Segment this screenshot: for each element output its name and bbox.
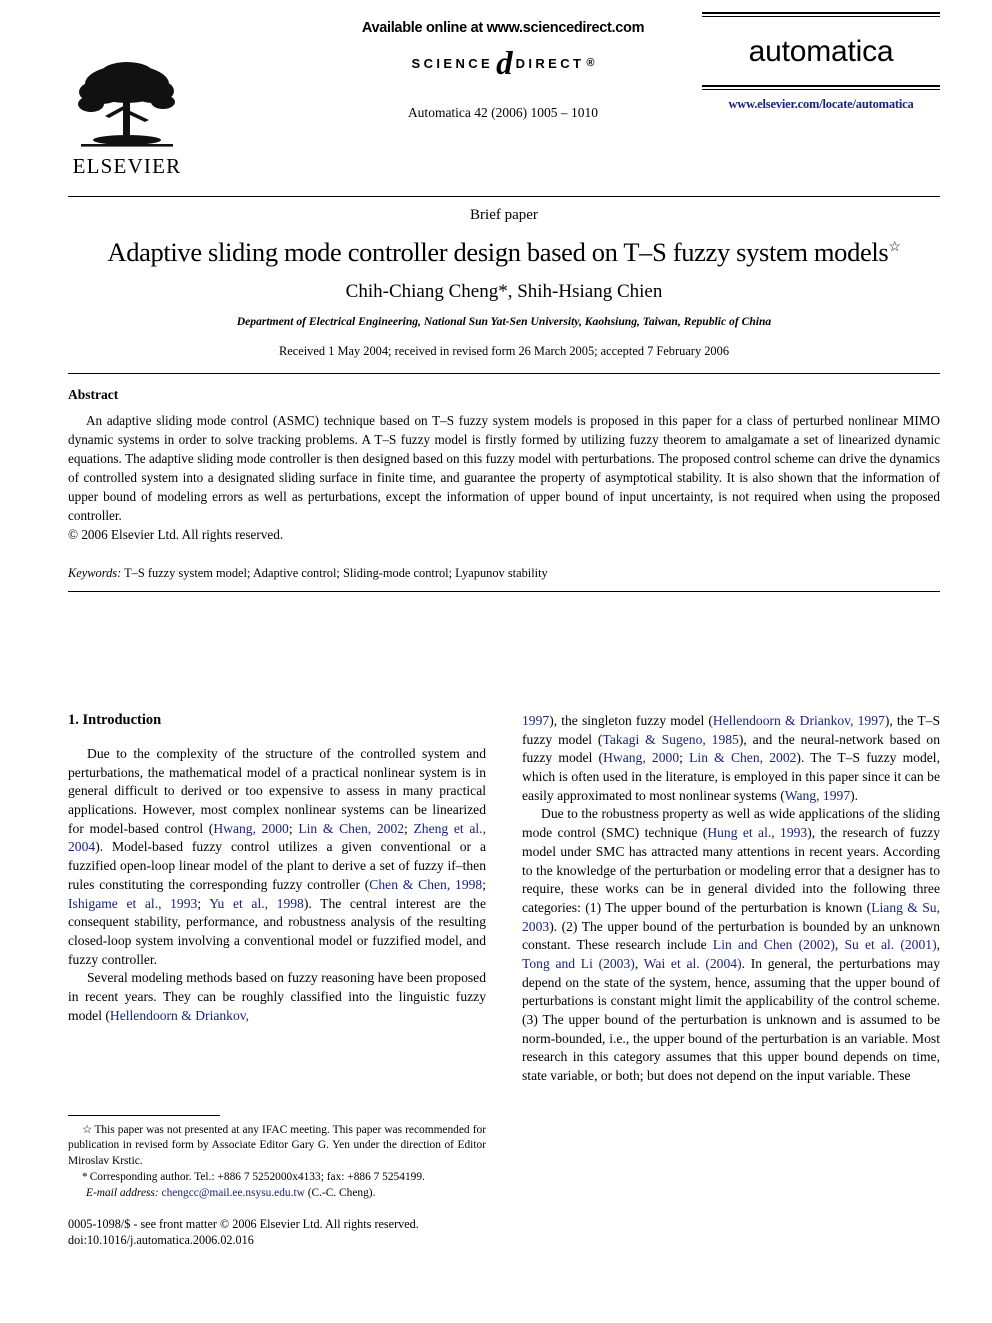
citation-lin-chen-2002-b[interactable]: Lin & Chen, 2002 [689,750,796,765]
page-content-area: ELSEVIER Available online at www.science… [68,0,940,592]
text-run: ; [197,895,210,911]
footnote-divider [68,1115,220,1116]
title-block: Brief paper Adaptive sliding mode contro… [68,197,940,359]
keywords-bottom-rule [68,590,940,592]
journal-url-link[interactable]: www.elsevier.com/locate/automatica [702,90,940,112]
title-footnote-marker-icon: ☆ [888,240,901,256]
registered-trademark-icon: ® [586,57,595,70]
paragraph-intro-2-continued: 1997), the singleton fuzzy model (Hellen… [522,712,940,805]
text-run: ; [679,750,690,766]
elsevier-logo: ELSEVIER [68,58,186,177]
elsevier-wordmark: ELSEVIER [72,154,182,178]
affiliation: Department of Electrical Engineering, Na… [236,315,772,329]
footnote-corresponding-author: * Corresponding author. Tel.: +886 7 5252… [68,1170,486,1185]
left-column: 1. Introduction Due to the complexity of… [68,712,486,1086]
sciencedirect-block: Available online at www.sciencedirect.co… [283,20,723,82]
citation-hung-1993[interactable]: Hung et al., 1993 [707,825,807,840]
text-run: ). [850,787,859,803]
citation-tong-li-2003[interactable]: Tong and Li (2003) [522,956,635,971]
issn-front-matter-line: 0005-1098/$ - see front matter © 2006 El… [68,1217,419,1231]
paragraph-intro-1: Due to the complexity of the structure o… [68,745,486,969]
text-run: . In general, the perturbations may depe… [522,955,940,1084]
footnote-asterisk-text: Corresponding author. Tel.: +886 7 52520… [89,1170,425,1183]
sciencedirect-logo-science: SCIENCE [411,55,494,71]
abstract-body: An adaptive sliding mode control (ASMC) … [68,413,940,523]
page-title: Adaptive sliding mode controller design … [68,237,940,267]
text-run: ), the singleton fuzzy model ( [549,713,713,728]
citation-chen-chen-1998[interactable]: Chen & Chen, 1998 [369,877,482,892]
footnote-star: ☆ This paper was not presented at any IFA… [68,1123,486,1169]
at-symbol-icon: d [496,46,513,82]
text-run: ; [288,820,299,836]
author-list: Chih-Chiang Cheng*, Shih-Hsiang Chien [345,281,663,303]
footnote-asterisk-marker-icon: * [82,1170,88,1183]
imprint-block: 0005-1098/$ - see front matter © 2006 El… [68,1216,498,1249]
email-address-label: E-mail address: [86,1187,159,1200]
abstract-top-rule [68,373,940,375]
paragraph-intro-2: Several modeling methods based on fuzzy … [68,969,486,1025]
right-column: 1997), the singleton fuzzy model (Hellen… [522,712,940,1086]
sciencedirect-logo-direct: DIRECT [515,55,585,71]
abstract-copyright: © 2006 Elsevier Ltd. All rights reserved… [68,526,284,542]
text-run: ; [482,876,486,892]
text-run: , [936,937,940,953]
footnote-star-text: This paper was not presented at any IFAC… [68,1124,486,1167]
article-history-dates: Received 1 May 2004; received in revised… [278,344,730,359]
journal-article-page: ELSEVIER Available online at www.science… [0,0,992,1323]
abstract-heading: Abstract [68,387,119,403]
citation-yu-1998[interactable]: Yu et al., 1998 [209,896,304,911]
citation-hwang-2000[interactable]: Hwang, 2000 [213,821,289,836]
section-heading-introduction: 1. Introduction [68,712,162,728]
citation-su-2001[interactable]: Su et al. (2001) [844,937,936,952]
text-run: ; [404,820,414,836]
email-owner: (C.-C. Cheng). [307,1187,376,1200]
sciencedirect-logo: SCIENCE d DIRECT ® [283,46,723,82]
body-columns: 1. Introduction Due to the complexity of… [68,712,940,1086]
journal-citation-line: Automatica 42 (2006) 1005 – 1010 [407,105,599,120]
keywords-value: T–S fuzzy system model; Adaptive control… [124,565,548,580]
article-type-label: Brief paper [470,207,538,223]
citation-ishigame-1993[interactable]: Ishigame et al., 1993 [68,896,197,911]
citation-wang-1997[interactable]: Wang, 1997 [785,788,850,803]
journal-logo-block: automatica www.elsevier.com/locate/autom… [702,12,940,112]
elsevier-tree-logo-icon [78,62,175,147]
citation-hellendoorn-driankov[interactable]: Hellendoorn & Driankov, [110,1008,249,1023]
journal-name: automatica [748,35,894,68]
masthead: ELSEVIER Available online at www.science… [68,0,940,196]
citation-takagi-sugeno-1985[interactable]: Takagi & Sugeno, 1985 [602,732,738,747]
footnote-star-marker-icon: ☆ [82,1124,93,1136]
paper-title-text: Adaptive sliding mode controller design … [107,237,889,267]
email-link[interactable]: chengcc@mail.ee.nsysu.edu.tw [162,1187,305,1199]
citation-wai-2004[interactable]: Wai et al. (2004) [644,956,742,971]
paragraph-intro-3: Due to the robustness property as well a… [522,805,940,1085]
citation-lin-and-chen-2002[interactable]: Lin and Chen (2002) [713,937,835,952]
text-run: , [634,955,644,971]
footnote-email-line: E-mail address: chengcc@mail.ee.nsysu.ed… [68,1186,486,1201]
citation-lin-chen-2002[interactable]: Lin & Chen, 2002 [298,821,404,836]
footnote-block: ☆ This paper was not presented at any IFA… [68,1115,486,1202]
citation-hellendoorn-driankov-1997[interactable]: Hellendoorn & Driankov, 1997 [713,713,885,728]
keywords-label: Keywords: [68,565,122,580]
citation-hellendoorn-driankov-year[interactable]: 1997 [522,713,549,728]
citation-hwang-2000-b[interactable]: Hwang, 2000 [603,750,679,765]
available-online-text: Available online at www.sciencedirect.co… [361,20,645,36]
keywords-line: Keywords: T–S fuzzy system model; Adapti… [68,566,940,581]
doi-line[interactable]: doi:10.1016/j.automatica.2006.02.016 [68,1232,498,1248]
